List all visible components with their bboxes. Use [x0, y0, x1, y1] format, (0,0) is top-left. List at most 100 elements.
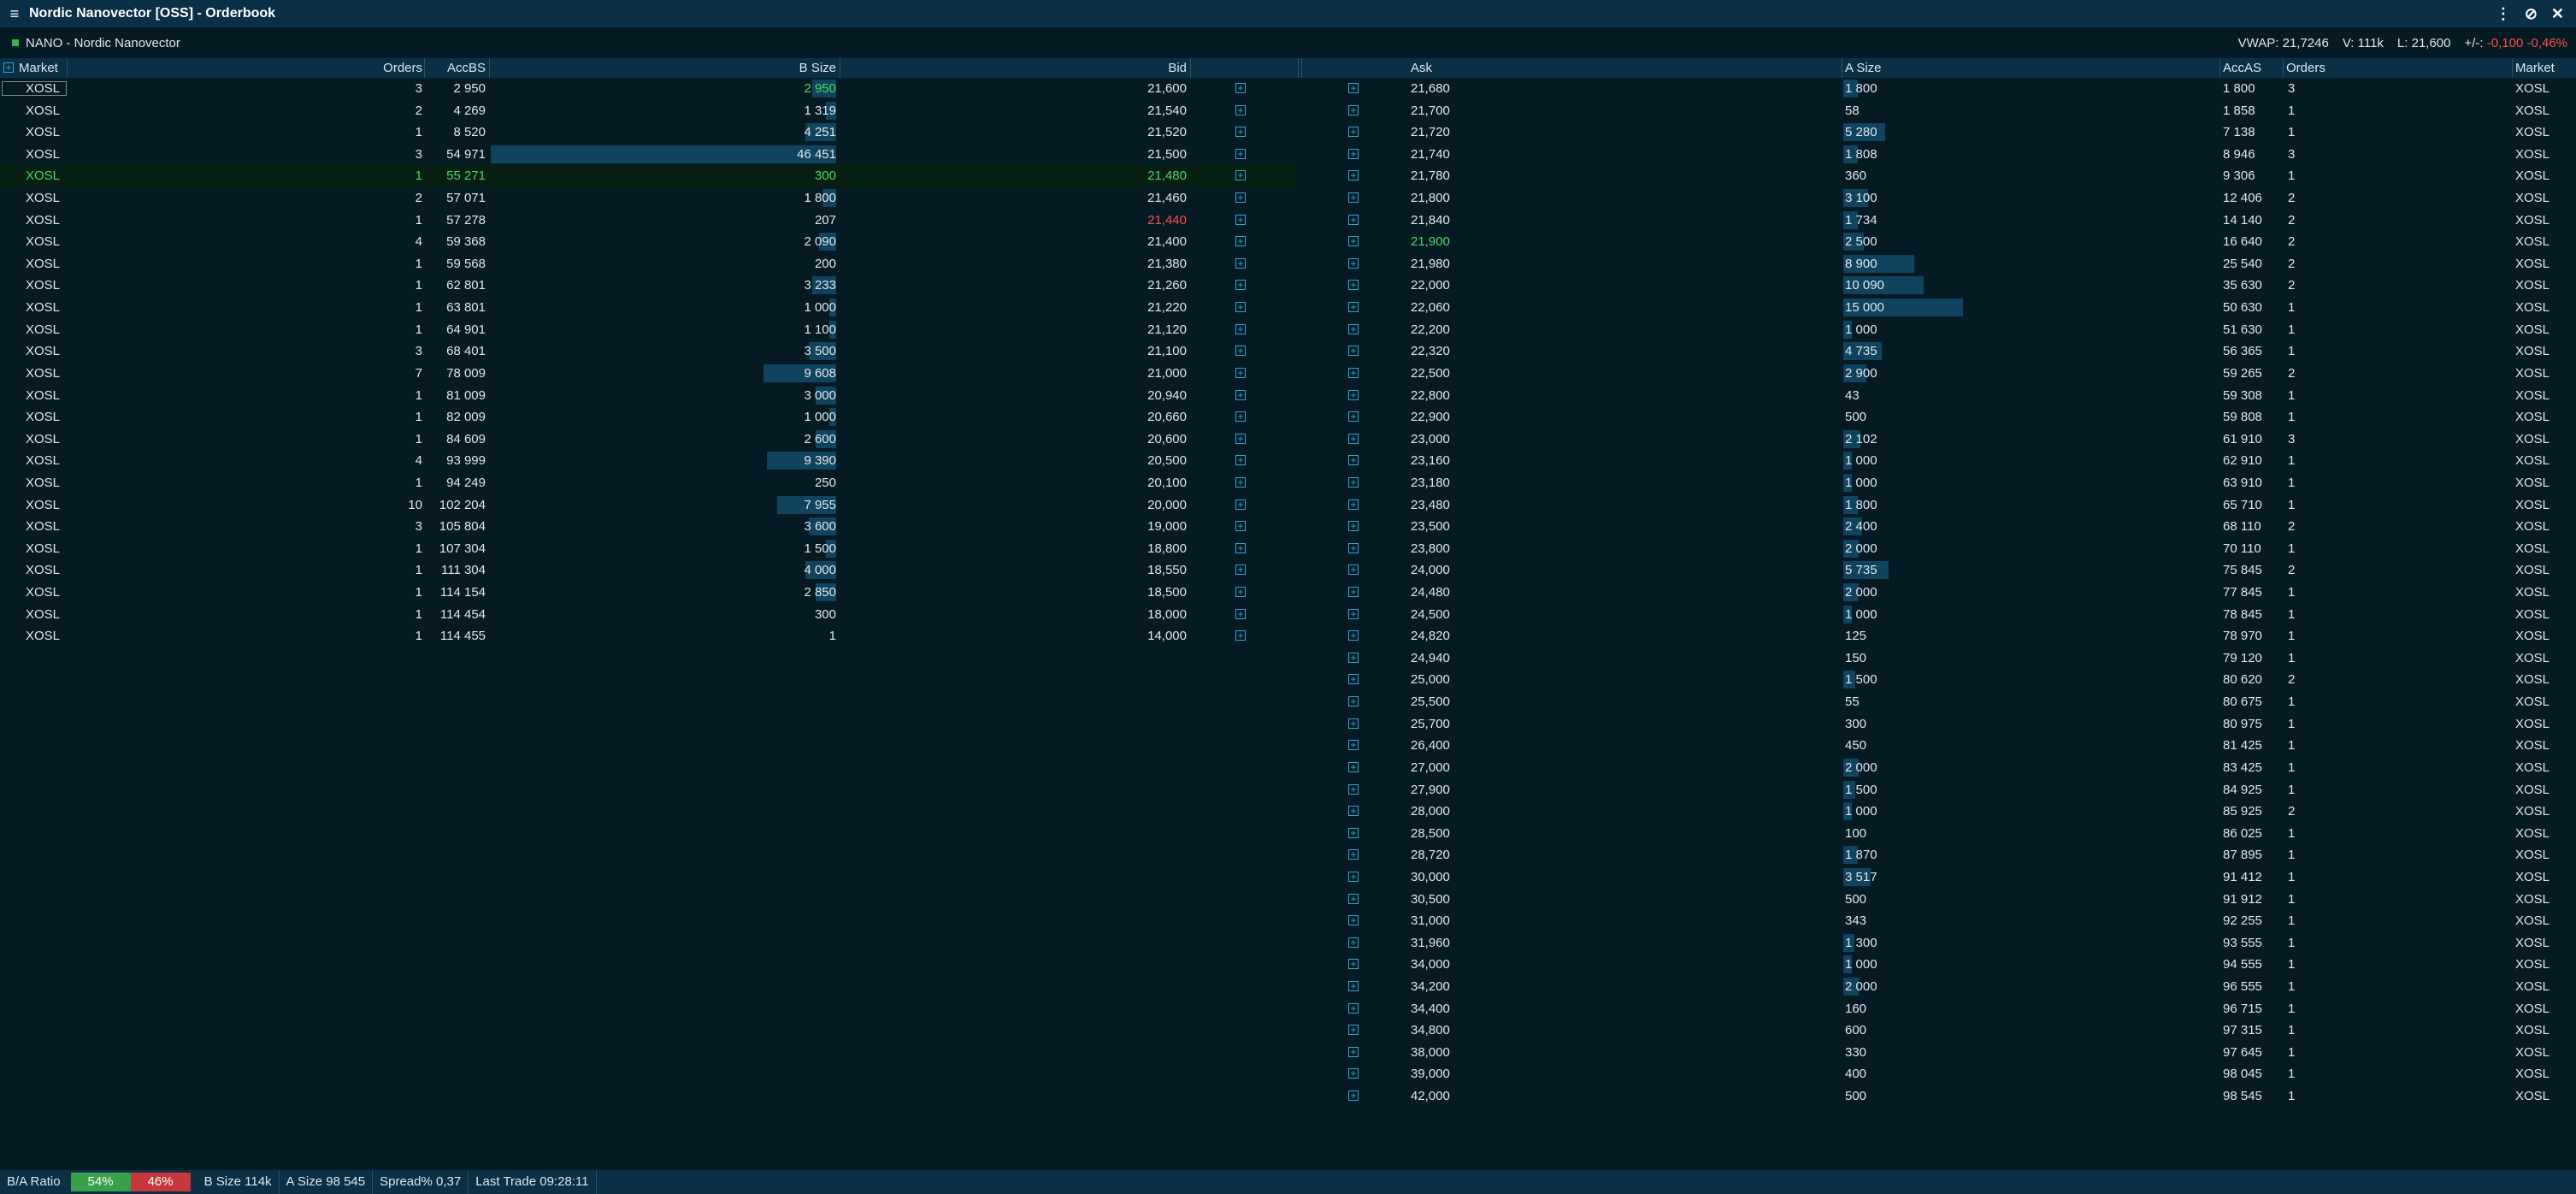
bid-size-cell[interactable]: 1 000: [489, 410, 836, 424]
bid-market-cell[interactable]: XOSL: [2, 213, 67, 228]
ask-expand-icon[interactable]: +: [1348, 915, 1359, 926]
ask-expand-icon[interactable]: +: [1348, 849, 1359, 860]
ask-market-cell[interactable]: XOSL: [2515, 870, 2549, 884]
ask-price-cell[interactable]: 28,000: [1411, 804, 1450, 819]
more-vertical-icon[interactable]: ⋮: [2496, 5, 2511, 23]
ask-market-cell[interactable]: XOSL: [2515, 783, 2549, 797]
ask-market-cell[interactable]: XOSL: [2515, 760, 2549, 775]
bid-market-cell[interactable]: XOSL: [2, 453, 67, 468]
ask-expand-icon[interactable]: +: [1348, 170, 1359, 181]
bid-expand-icon[interactable]: +: [1235, 192, 1246, 204]
bid-price-cell[interactable]: 21,380: [840, 257, 1187, 271]
bid-expand-icon[interactable]: +: [1235, 433, 1246, 444]
bid-price-cell[interactable]: 20,660: [840, 410, 1187, 424]
bid-market-cell[interactable]: XOSL: [2, 432, 67, 446]
ask-market-cell[interactable]: XOSL: [2515, 300, 2549, 315]
ask-expand-icon[interactable]: +: [1348, 1025, 1359, 1036]
ask-expand-icon[interactable]: +: [1348, 893, 1359, 904]
ask-price-cell[interactable]: 23,500: [1411, 519, 1450, 534]
ask-expand-icon[interactable]: +: [1348, 1068, 1359, 1079]
ask-size-cell[interactable]: 8 900: [1845, 257, 1877, 271]
bid-market-cell[interactable]: XOSL: [2, 322, 67, 337]
ask-price-cell[interactable]: 27,000: [1411, 760, 1450, 775]
bid-size-cell[interactable]: 4 251: [489, 125, 836, 139]
ask-market-cell[interactable]: XOSL: [2515, 892, 2549, 907]
ask-price-cell[interactable]: 22,500: [1411, 366, 1450, 381]
bid-price-cell[interactable]: 21,480: [840, 168, 1187, 183]
bid-price-cell[interactable]: 21,220: [840, 300, 1187, 315]
bid-expand-icon[interactable]: +: [1235, 389, 1246, 400]
ask-size-cell[interactable]: 2 900: [1845, 366, 1877, 381]
ask-price-cell[interactable]: 21,900: [1411, 234, 1450, 249]
ask-market-cell[interactable]: XOSL: [2515, 257, 2549, 271]
bid-price-cell[interactable]: 21,260: [840, 278, 1187, 293]
ask-market-cell[interactable]: XOSL: [2515, 717, 2549, 731]
ask-price-cell[interactable]: 23,180: [1411, 476, 1450, 490]
bid-market-cell[interactable]: XOSL: [2, 476, 67, 490]
bid-market-cell[interactable]: XOSL: [2, 191, 67, 205]
ask-price-cell[interactable]: 34,400: [1411, 1002, 1450, 1016]
ask-price-cell[interactable]: 30,500: [1411, 892, 1450, 907]
ask-size-cell[interactable]: 4 735: [1845, 344, 1877, 358]
ask-price-cell[interactable]: 23,800: [1411, 541, 1450, 556]
ask-market-cell[interactable]: XOSL: [2515, 651, 2549, 665]
ask-size-cell[interactable]: 125: [1845, 629, 1866, 643]
bid-size-cell[interactable]: 1 319: [489, 103, 836, 118]
ask-market-cell[interactable]: XOSL: [2515, 563, 2549, 577]
bid-price-cell[interactable]: 21,000: [840, 366, 1187, 381]
bid-price-cell[interactable]: 20,500: [840, 453, 1187, 468]
ask-size-cell[interactable]: 1 800: [1845, 81, 1877, 96]
bid-expand-icon[interactable]: +: [1235, 499, 1246, 510]
bid-price-cell[interactable]: 21,120: [840, 322, 1187, 337]
bid-expand-icon[interactable]: +: [1235, 587, 1246, 598]
ask-size-cell[interactable]: 1 000: [1845, 957, 1877, 972]
ask-price-cell[interactable]: 39,000: [1411, 1067, 1450, 1081]
ask-expand-icon[interactable]: +: [1348, 83, 1359, 93]
col-bid[interactable]: Bid: [840, 61, 1187, 75]
bid-size-cell[interactable]: 300: [489, 168, 836, 183]
ask-market-cell[interactable]: XOSL: [2515, 1045, 2549, 1060]
bid-price-cell[interactable]: 14,000: [840, 629, 1187, 643]
bid-price-cell[interactable]: 20,000: [840, 498, 1187, 512]
ask-expand-icon[interactable]: +: [1348, 148, 1359, 159]
col-asize[interactable]: A Size: [1845, 61, 1882, 75]
bid-expand-icon[interactable]: +: [1235, 236, 1246, 247]
bid-market-cell[interactable]: XOSL: [2, 103, 67, 118]
ask-expand-icon[interactable]: +: [1348, 630, 1359, 641]
ask-size-cell[interactable]: 100: [1845, 826, 1866, 841]
ask-market-cell[interactable]: XOSL: [2515, 826, 2549, 841]
ask-expand-icon[interactable]: +: [1348, 718, 1359, 729]
col-bsize[interactable]: B Size: [489, 61, 836, 75]
bid-size-cell[interactable]: 1 800: [489, 191, 836, 205]
ask-expand-icon[interactable]: +: [1348, 696, 1359, 707]
bid-expand-icon[interactable]: +: [1235, 257, 1246, 269]
ask-expand-icon[interactable]: +: [1348, 542, 1359, 553]
expand-all-icon[interactable]: +: [3, 62, 14, 73]
ask-price-cell[interactable]: 34,800: [1411, 1023, 1450, 1037]
ask-expand-icon[interactable]: +: [1348, 214, 1359, 225]
col-market-ask[interactable]: Market: [2515, 61, 2555, 75]
bid-size-cell[interactable]: 1 500: [489, 541, 836, 556]
ask-market-cell[interactable]: XOSL: [2515, 1023, 2549, 1037]
ask-size-cell[interactable]: 1 800: [1845, 498, 1877, 512]
ask-expand-icon[interactable]: +: [1348, 104, 1359, 115]
ask-price-cell[interactable]: 22,900: [1411, 410, 1450, 424]
bid-size-cell[interactable]: 1 000: [489, 300, 836, 315]
ask-market-cell[interactable]: XOSL: [2515, 672, 2549, 687]
ask-price-cell[interactable]: 23,000: [1411, 432, 1450, 446]
ask-size-cell[interactable]: 1 500: [1845, 672, 1877, 687]
ask-size-cell[interactable]: 1 000: [1845, 476, 1877, 490]
ask-expand-icon[interactable]: +: [1348, 937, 1359, 948]
ask-price-cell[interactable]: 34,000: [1411, 957, 1450, 972]
ask-price-cell[interactable]: 27,900: [1411, 783, 1450, 797]
ask-market-cell[interactable]: XOSL: [2515, 913, 2549, 928]
ask-market-cell[interactable]: XOSL: [2515, 1089, 2549, 1103]
ask-expand-icon[interactable]: +: [1348, 674, 1359, 685]
ask-expand-icon[interactable]: +: [1348, 871, 1359, 882]
ask-size-cell[interactable]: 2 000: [1845, 979, 1877, 994]
bid-size-cell[interactable]: 207: [489, 213, 836, 228]
ask-market-cell[interactable]: XOSL: [2515, 607, 2549, 622]
ask-expand-icon[interactable]: +: [1348, 1002, 1359, 1014]
bid-market-cell[interactable]: XOSL: [2, 388, 67, 403]
ask-expand-icon[interactable]: +: [1348, 499, 1359, 510]
